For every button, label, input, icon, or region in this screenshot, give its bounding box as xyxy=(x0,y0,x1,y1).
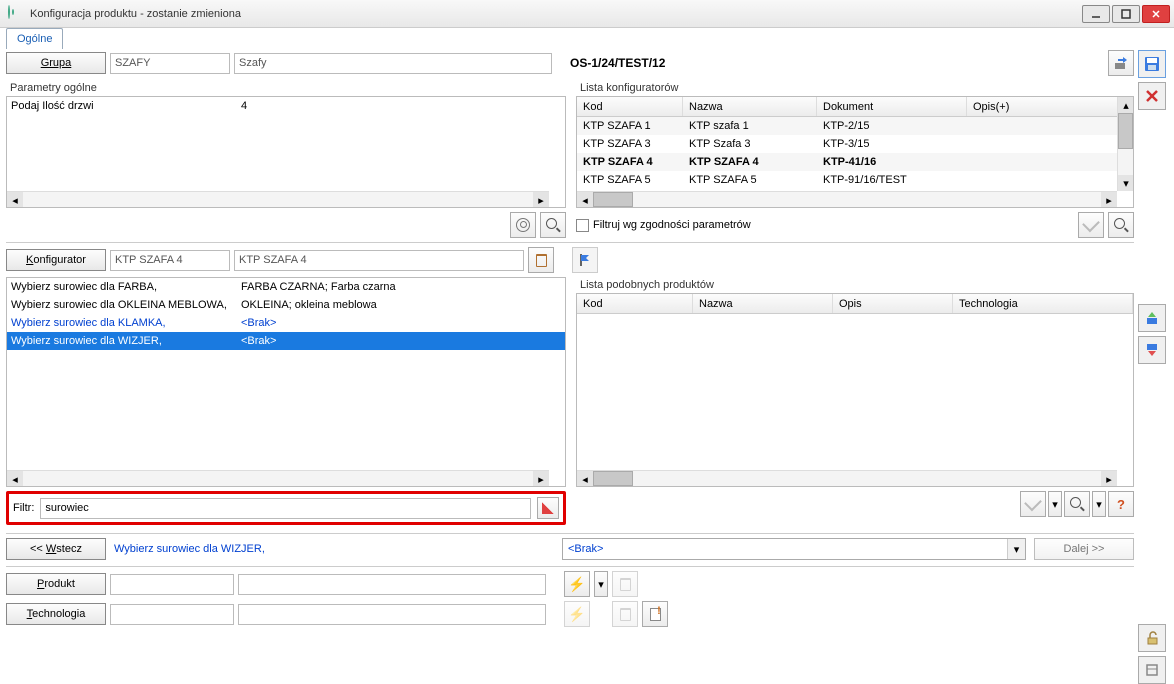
apply-similar-button[interactable] xyxy=(1020,491,1046,517)
upload-icon-button[interactable] xyxy=(1138,304,1166,332)
product-name-field[interactable] xyxy=(238,574,546,595)
search-params-button[interactable] xyxy=(540,212,566,238)
cancel-icon-button[interactable] xyxy=(1138,82,1166,110)
hscrollbar[interactable]: ◂▸ xyxy=(577,191,1117,207)
auto-tech-button: ⚡ xyxy=(564,601,590,627)
apply-dropdown-button[interactable]: ▾ xyxy=(1048,491,1062,517)
help-button[interactable]: ? xyxy=(1108,491,1134,517)
bolt-icon: ⚡ xyxy=(568,576,585,593)
unlock-icon-button[interactable] xyxy=(1138,624,1166,652)
group-code-field: SZAFY xyxy=(110,53,230,74)
technology-button[interactable]: Technologia xyxy=(6,603,106,625)
minimize-button[interactable] xyxy=(1082,5,1110,23)
list-item[interactable]: Wybierz surowiec dla FARBA,FARBA CZARNA;… xyxy=(7,278,565,296)
product-code-field[interactable] xyxy=(110,574,234,595)
configurator-code-field: KTP SZAFA 4 xyxy=(110,250,230,271)
table-row[interactable]: KTP SZAFA 4KTP SZAFA 4KTP-41/16 xyxy=(577,153,1133,171)
filter-input-wrapper xyxy=(40,498,531,519)
list-item[interactable]: Wybierz surowiec dla WIZJER,<Brak> xyxy=(7,332,565,350)
th-dokument[interactable]: Dokument xyxy=(817,97,967,116)
auto-product-dropdown[interactable]: ▾ xyxy=(594,571,608,597)
auto-product-button[interactable]: ⚡ xyxy=(564,571,590,597)
back-button[interactable]: << Wstecz xyxy=(6,538,106,560)
technology-code-field[interactable] xyxy=(110,604,234,625)
apply-config-button[interactable] xyxy=(1078,212,1104,238)
current-param-label: Wybierz surowiec dla WIZJER, xyxy=(114,543,554,555)
table-row[interactable]: KTP SZAFA 5KTP SZAFA 5KTP-91/16/TEST xyxy=(577,171,1133,189)
search-config-button[interactable] xyxy=(1108,212,1134,238)
hscrollbar[interactable]: ◂▸ xyxy=(7,470,549,486)
search-icon xyxy=(1070,497,1084,511)
gear-icon xyxy=(516,218,530,232)
th-nazwa2[interactable]: Nazwa xyxy=(693,294,833,313)
next-button[interactable]: Dalej >> xyxy=(1034,538,1134,560)
bolt-icon: ⚡ xyxy=(568,606,585,623)
list-item[interactable]: Wybierz surowiec dla OKLEINA MEBLOWA,OKL… xyxy=(7,296,565,314)
filter-input[interactable] xyxy=(45,502,526,514)
group-button-label: Grupa xyxy=(41,57,72,69)
delete-product-button xyxy=(612,571,638,597)
close-button[interactable] xyxy=(1142,5,1170,23)
delete-config-button[interactable] xyxy=(528,247,554,273)
save-icon-button[interactable] xyxy=(1138,50,1166,78)
th-kod[interactable]: Kod xyxy=(577,97,683,116)
search-similar-button[interactable] xyxy=(1064,491,1090,517)
configurator-button-label: onfigurator xyxy=(33,254,86,266)
group-name-field: Szafy xyxy=(234,53,552,74)
pencil-icon xyxy=(542,502,554,514)
app-icon xyxy=(8,6,24,22)
history-icon-button[interactable] xyxy=(1138,656,1166,684)
search-icon xyxy=(546,218,560,232)
filter-label: Filtr: xyxy=(13,502,34,514)
th-opis[interactable]: Opis(+) xyxy=(967,97,1133,116)
technology-name-field[interactable] xyxy=(238,604,546,625)
table-row[interactable]: KTP SZAFA 3KTP Szafa 3KTP-3/15 xyxy=(577,135,1133,153)
similar-label: Lista podobnych produktów xyxy=(576,277,1134,293)
group-button[interactable]: Grupa xyxy=(6,52,106,74)
th-opis2[interactable]: Opis xyxy=(833,294,953,313)
flag-icon-button[interactable] xyxy=(572,247,598,273)
param-row-label: Podaj Ilość drzwi xyxy=(11,100,241,112)
delete-tech-button xyxy=(612,601,638,627)
th-tech[interactable]: Technologia xyxy=(953,294,1133,313)
section-code: OS-1/24/TEST/12 xyxy=(570,56,1104,70)
download-icon-button[interactable] xyxy=(1138,336,1166,364)
tab-general[interactable]: Ogólne xyxy=(6,28,63,49)
chevron-down-icon: ▾ xyxy=(1007,539,1025,559)
trash-icon xyxy=(620,608,631,621)
filter-clear-button[interactable] xyxy=(537,497,559,519)
hscrollbar[interactable]: ◂▸ xyxy=(577,470,1117,486)
hscrollbar[interactable]: ◂▸ xyxy=(7,191,549,207)
maximize-button[interactable] xyxy=(1112,5,1140,23)
general-params-label: Parametry ogólne xyxy=(6,80,566,96)
export-icon-button[interactable] xyxy=(1108,50,1134,76)
table-row[interactable]: KTP SZAFA 1KTP szafa 1KTP-2/15 xyxy=(577,117,1133,135)
list-item[interactable]: Wybierz surowiec dla KLAMKA,<Brak> xyxy=(7,314,565,332)
help-icon: ? xyxy=(1117,497,1125,512)
value-dropdown[interactable]: <Brak> ▾ xyxy=(562,538,1026,560)
product-button[interactable]: Produkt xyxy=(6,573,106,595)
titlebar: Konfiguracja produktu - zostanie zmienio… xyxy=(0,0,1174,28)
filter-compat-checkbox[interactable]: Filtruj wg zgodności parametrów xyxy=(576,219,751,232)
search-icon xyxy=(1114,218,1128,232)
trash-icon xyxy=(620,578,631,591)
check-icon xyxy=(1082,214,1100,232)
search-dropdown-button[interactable]: ▾ xyxy=(1092,491,1106,517)
configurator-name-field: KTP SZAFA 4 xyxy=(234,250,524,271)
configurator-button[interactable]: Konfigurator xyxy=(6,249,106,271)
th-nazwa[interactable]: Nazwa xyxy=(683,97,817,116)
tech-info-button[interactable]: ! xyxy=(642,601,668,627)
check-icon xyxy=(1024,493,1042,511)
dropdown-value: <Brak> xyxy=(563,543,1007,555)
tab-strip: Ogólne xyxy=(0,28,1174,50)
window-title: Konfiguracja produktu - zostanie zmienio… xyxy=(30,8,1082,20)
trash-icon xyxy=(536,254,547,267)
param-row-value: 4 xyxy=(241,100,561,112)
right-sidebar xyxy=(1138,50,1170,656)
th-kod2[interactable]: Kod xyxy=(577,294,693,313)
configurators-label: Lista konfiguratorów xyxy=(576,80,1134,96)
vscrollbar[interactable]: ▴▾ xyxy=(1117,97,1133,191)
gear-icon-button[interactable] xyxy=(510,212,536,238)
